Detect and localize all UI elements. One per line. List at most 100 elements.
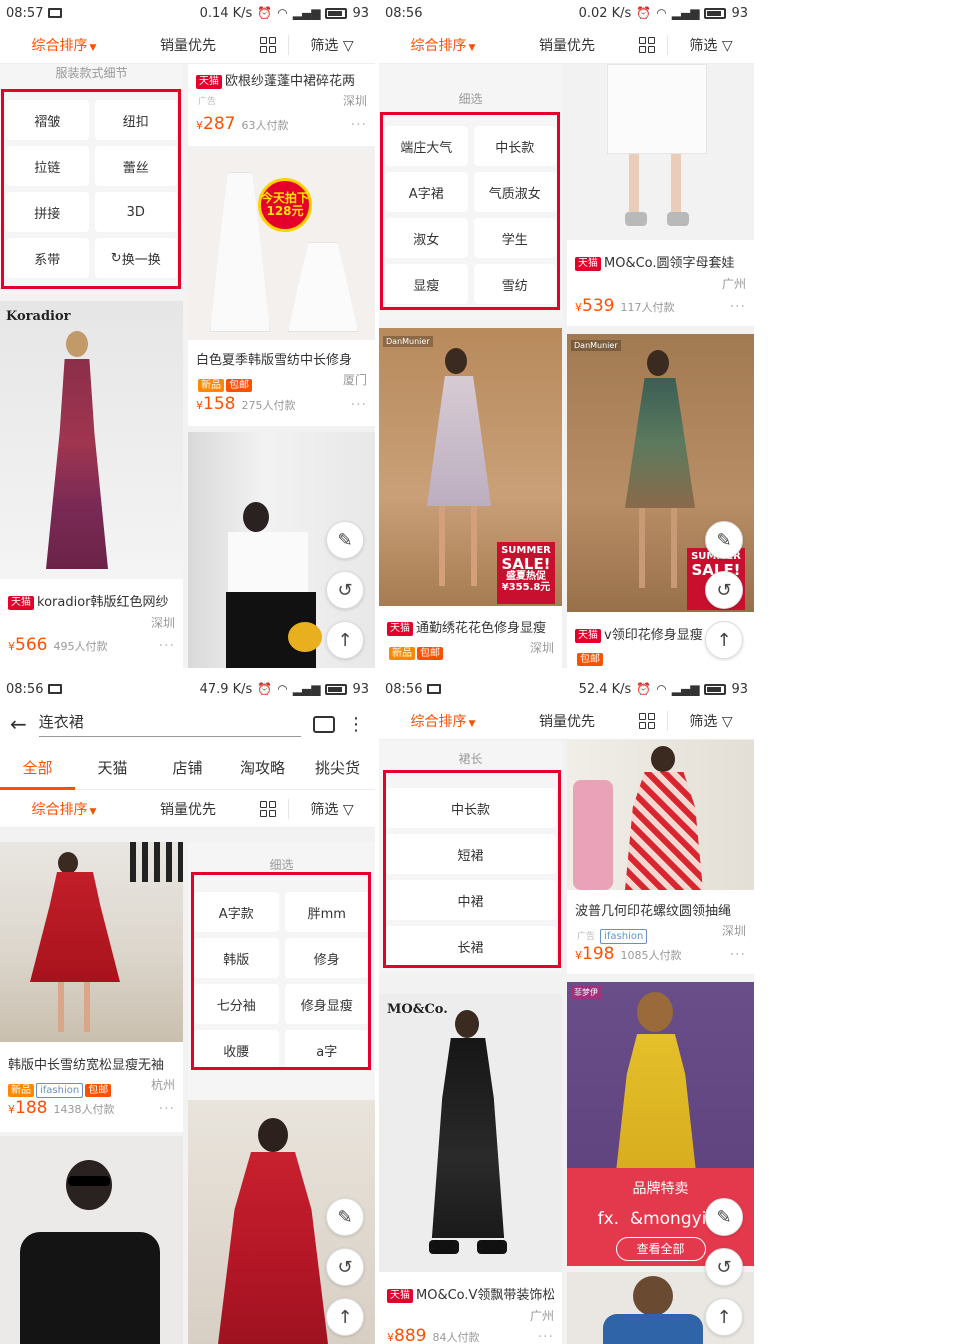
battery-level: 93 — [352, 681, 369, 697]
tag-ifashion: ifashion — [600, 929, 648, 944]
alarm-icon: ⏰ — [636, 682, 652, 696]
back-arrow-icon[interactable]: ← — [10, 712, 27, 736]
grid-view-button[interactable] — [627, 36, 667, 53]
back-to-top-button[interactable]: ↑ — [705, 621, 743, 659]
product-card[interactable]: DanMunier SUMMER SALE! 盛夏热促 ¥355.8元 天猫 通勤绣花花… — [379, 328, 562, 668]
product-card[interactable]: 韩版中长雪纺宽松显瘦无袖 新品 ifashion 包邮 杭州 ¥188 1438人付款… — [0, 842, 183, 1132]
sort-default-tab[interactable]: 综合排序 ▼ — [379, 711, 507, 731]
search-input[interactable]: 连衣裙 — [38, 711, 301, 737]
highlight-frame — [383, 770, 561, 968]
filter-funnel-icon: ▽ — [342, 801, 354, 818]
edit-note-icon: ✎ — [337, 1206, 353, 1228]
camera-icon[interactable] — [313, 715, 335, 733]
product-card[interactable]: 天猫 欧根纱蓬蓬中裙碎花两 广告 深圳 ¥287 63人付款 ··· — [188, 64, 375, 146]
back-to-top-button[interactable]: ↑ — [326, 621, 364, 659]
edit-note-button[interactable]: ✎ — [326, 1198, 364, 1236]
edit-note-button[interactable]: ✎ — [705, 1198, 743, 1236]
back-to-top-button[interactable]: ↑ — [705, 1298, 743, 1336]
product-card[interactable]: 天猫 MO&Co.圆领字母套娃 广州 ¥539 117人付款 ··· — [567, 64, 754, 326]
sort-sales-tab[interactable]: 销量优先 — [128, 799, 248, 819]
price-value: 188 — [15, 1098, 48, 1118]
shake-button[interactable]: ↺ — [705, 1248, 743, 1286]
filter-funnel-icon: ▽ — [342, 37, 354, 54]
panel-1: 08:57 0.14 K/s ⏰ ◠ ▂▄▆ 93 综合排序 ▼ 销量优先 筛选 ▽ 服装… — [0, 0, 375, 668]
more-dots-icon[interactable]: ··· — [351, 397, 367, 413]
filter-funnel-icon: ▽ — [721, 37, 733, 54]
more-dots-icon[interactable]: ··· — [351, 117, 367, 133]
wifi-icon: ◠ — [277, 682, 288, 696]
tmall-badge: 天猫 — [196, 74, 222, 89]
grid-view-button[interactable] — [248, 800, 288, 817]
product-card[interactable] — [0, 1136, 183, 1344]
price: ¥198 — [575, 944, 615, 964]
search-bar: ← 连衣裙 ⋮ — [0, 702, 375, 746]
price: ¥158 — [196, 394, 236, 414]
edit-note-button[interactable]: ✎ — [326, 521, 364, 559]
tmall-badge: 天猫 — [575, 256, 601, 271]
status-bar: 08:57 0.14 K/s ⏰ ◠ ▂▄▆ 93 — [0, 0, 375, 26]
tab-all[interactable]: 全部 — [0, 746, 75, 790]
sort-sales-tab[interactable]: 销量优先 — [128, 35, 248, 55]
shake-button[interactable]: ↺ — [705, 571, 743, 609]
sort-default-tab[interactable]: 综合排序 ▼ — [0, 35, 128, 55]
price-value: 566 — [15, 635, 48, 655]
tab-guides[interactable]: 淘攻略 — [225, 746, 300, 790]
product-card[interactable]: DanMunier SUMMERSALE!盛¥34 天猫v领印花修身显瘦 包邮 — [567, 334, 754, 668]
filter-title: 裙长 — [458, 752, 483, 766]
sort-sales-tab[interactable]: 销量优先 — [507, 35, 627, 55]
shake-button[interactable]: ↺ — [326, 571, 364, 609]
view-all-button[interactable]: 查看全部 — [615, 1237, 706, 1261]
filter-button[interactable]: 筛选 ▽ — [667, 710, 754, 731]
back-to-top-icon: ↑ — [337, 629, 353, 651]
grid-view-button[interactable] — [248, 36, 288, 53]
brand-logo: MO&Co. — [387, 1002, 448, 1017]
panel-4: 08:56 52.4 K/s ⏰ ◠ ▂▄▆ 93 综合排序 ▼ 销量优先 筛选 ▽ 裙长… — [379, 676, 754, 1344]
edit-note-icon: ✎ — [337, 529, 353, 551]
product-card[interactable]: 波普几何印花螺纹圆领抽绳 广告 ifashion 深圳 ¥198 1085人付款 ·… — [567, 740, 754, 974]
battery-icon — [704, 683, 727, 695]
tab-tmall[interactable]: 天猫 — [75, 746, 150, 790]
sort-default-tab[interactable]: 综合排序 ▼ — [0, 799, 128, 819]
network-speed: 47.9 K/s — [199, 681, 253, 697]
sort-default-label: 综合排序 — [31, 801, 88, 818]
grid-view-icon — [639, 36, 655, 53]
filter-button[interactable]: 筛选 ▽ — [288, 798, 375, 819]
filter-title: 细选 — [458, 92, 483, 106]
wifi-icon: ◠ — [656, 682, 667, 696]
product-title: 天猫 MO&Co.V领飘带装饰松 — [387, 1284, 554, 1303]
more-dots-icon[interactable]: ··· — [730, 947, 746, 963]
caret-down-icon: ▼ — [468, 42, 476, 53]
clock: 08:57 — [6, 5, 44, 21]
more-dots-icon[interactable]: ··· — [730, 299, 746, 315]
message-icon — [48, 8, 63, 18]
back-to-top-icon: ↑ — [337, 1306, 353, 1328]
product-card[interactable]: Koradior 天猫 koradior韩版红色网纱 深圳 ¥566 495人付款 ·… — [0, 301, 183, 668]
product-image — [567, 64, 754, 240]
filter-button[interactable]: 筛选 ▽ — [667, 34, 754, 55]
wifi-icon: ◠ — [277, 6, 288, 20]
ad-tag: 广告 — [577, 932, 596, 942]
more-vertical-icon[interactable]: ⋮ — [347, 714, 365, 735]
tab-premium[interactable]: 挑尖货 — [300, 746, 375, 790]
tab-shops[interactable]: 店铺 — [150, 746, 225, 790]
sort-default-tab[interactable]: 综合排序 ▼ — [379, 35, 507, 55]
price-value: 287 — [203, 114, 236, 134]
tag-new: 新品 — [198, 379, 224, 392]
more-dots-icon[interactable]: ··· — [538, 1329, 554, 1344]
filter-button[interactable]: 筛选 ▽ — [288, 34, 375, 55]
product-card[interactable]: MO&Co. 天猫 MO&Co.V领飘带装饰松 广州 ¥889 84人付款 ··· — [379, 994, 562, 1344]
edit-note-button[interactable]: ✎ — [705, 521, 743, 559]
battery-level: 93 — [731, 681, 748, 697]
edit-note-icon: ✎ — [716, 1206, 732, 1228]
grid-view-button[interactable] — [627, 712, 667, 729]
more-dots-icon[interactable]: ··· — [159, 638, 175, 654]
shake-button[interactable]: ↺ — [326, 1248, 364, 1286]
caret-down-icon: ▼ — [89, 42, 97, 53]
more-dots-icon[interactable]: ··· — [159, 1101, 175, 1117]
back-to-top-button[interactable]: ↑ — [326, 1298, 364, 1336]
sort-sales-tab[interactable]: 销量优先 — [507, 711, 627, 731]
product-image: 今天拍下 128元 — [188, 152, 375, 340]
filter-title: 细选 — [269, 858, 294, 872]
sort-default-label: 综合排序 — [410, 713, 467, 730]
product-card[interactable]: 今天拍下 128元 白色夏季韩版雪纺中长修身 新品 包邮 厦门 ¥158 275人付款… — [188, 152, 375, 426]
